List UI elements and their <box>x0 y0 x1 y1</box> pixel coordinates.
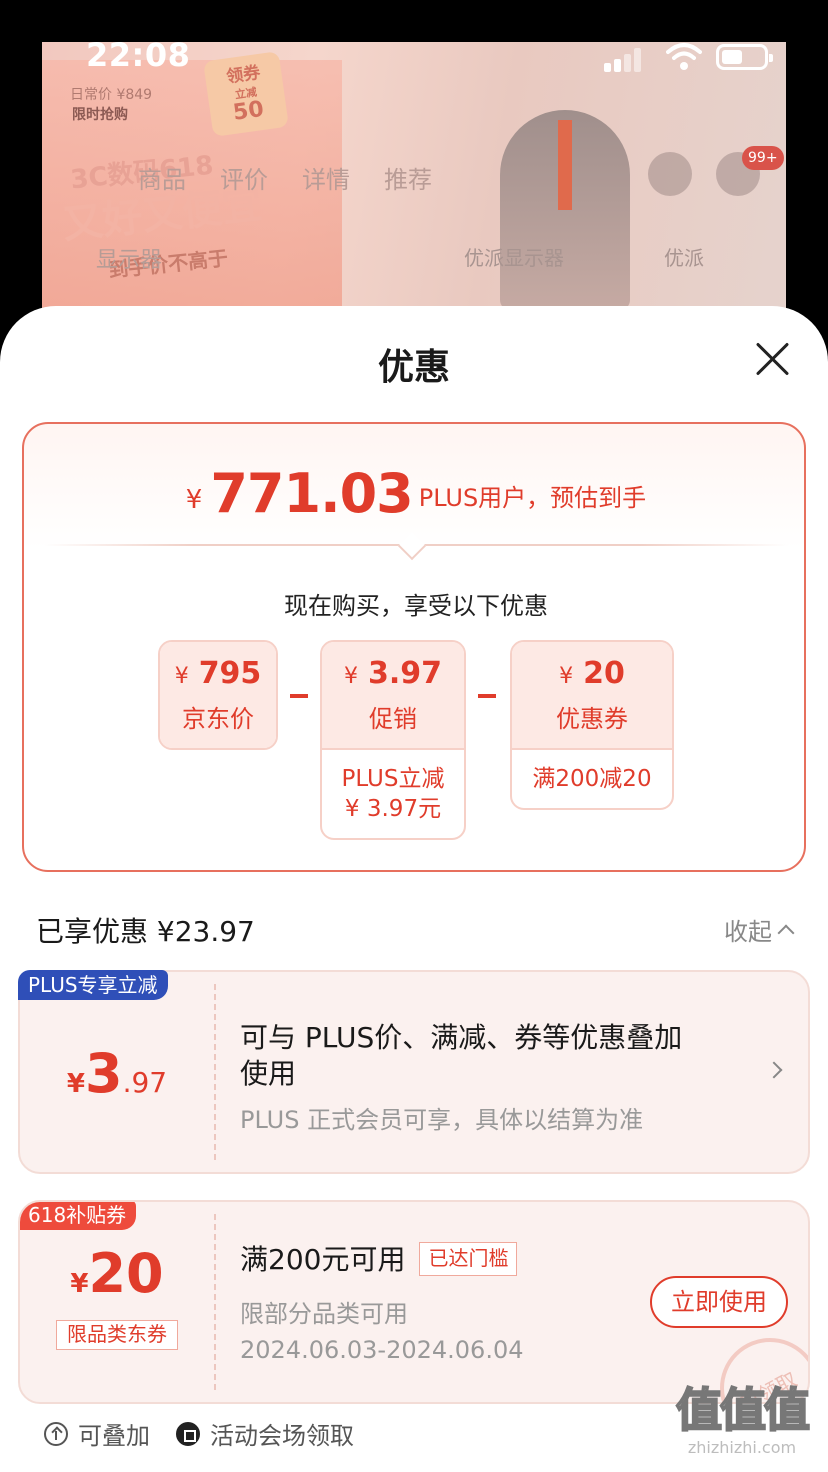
category-limit-tag: 限品类东券 <box>56 1320 178 1350</box>
threshold-reached-badge: 已达门槛 <box>419 1242 518 1276</box>
chip-jd-price: ¥795 京东价 <box>158 640 278 750</box>
discount-amount: ¥3.97 <box>66 1042 168 1105</box>
price-summary-card: ¥771.03 PLUS用户，预估到手 现在购买，享受以下优惠 ¥795 京东价 … <box>22 422 806 872</box>
wifi-icon <box>666 43 702 70</box>
product-tabs: 商品 评价 详情 推荐 <box>138 160 432 195</box>
tab-reviews[interactable]: 评价 <box>220 160 268 195</box>
minus-sign <box>290 694 308 698</box>
sheet-title: 优惠 <box>377 347 450 388</box>
currency-symbol: ¥ <box>185 485 203 515</box>
tab-details[interactable]: 详情 <box>302 160 350 195</box>
use-now-button[interactable]: 立即使用 <box>650 1276 788 1328</box>
chevron-right-icon[interactable] <box>765 1061 783 1079</box>
coupon-scope: 限部分品类可用 <box>240 1300 408 1328</box>
limited-sale-label: 限时抢购 <box>72 107 128 123</box>
final-price-desc: PLUS用户，预估到手 <box>418 484 647 512</box>
coupon-date-range: 2024.06.03-2024.06.04 <box>240 1336 524 1364</box>
monitor-label: 优派显示器 <box>464 246 564 270</box>
share-icon <box>648 152 692 196</box>
daily-price: 日常价 ¥849 <box>70 87 153 103</box>
discount-subtitle: PLUS 正式会员可享，具体以结算为准 <box>240 1106 644 1134</box>
coupon-tag: 618补贴券 <box>20 1202 137 1230</box>
chip-coupon: ¥20 优惠券 满200减20 <box>510 640 674 810</box>
cart-count-badge: 99+ <box>742 146 784 170</box>
spec-radio: 显示器 <box>96 248 163 273</box>
discount-title: 可与 PLUS价、满减、券等优惠叠加 使用 <box>240 1021 683 1090</box>
chevron-up-icon <box>777 924 795 942</box>
monitor-label-2: 优派 <box>664 246 704 270</box>
minus-sign <box>478 694 496 698</box>
enjoyed-discount-total: 已享优惠 ¥23.97 <box>36 915 255 948</box>
discount-card-plus[interactable]: PLUS专享立减 ¥3.97 可与 PLUS价、满减、券等优惠叠加 使用 PLU… <box>18 970 810 1174</box>
final-price-line: ¥771.03 PLUS用户，预估到手 <box>24 462 808 525</box>
venue-icon <box>176 1421 200 1446</box>
divider-notch <box>397 531 427 561</box>
discount-card-coupon: 618补贴券 ¥20 限品类东券 满200元可用 已达门槛 限部分品类可用 202… <box>18 1200 810 1404</box>
coupon-title: 满200元可用 已达门槛 <box>240 1242 518 1278</box>
battery-icon <box>716 44 773 70</box>
source-note: 活动会场领取 <box>176 1416 354 1451</box>
final-price: 771.03 <box>210 462 413 525</box>
discount-sheet: 优惠 ¥771.03 PLUS用户，预估到手 现在购买，享受以下优惠 ¥795 京… <box>0 306 828 1472</box>
collapse-button[interactable]: 收起 <box>724 912 795 947</box>
status-icons <box>604 40 774 74</box>
stackable-note: 可叠加 <box>44 1416 150 1451</box>
signal-icon <box>604 48 644 72</box>
tab-product[interactable]: 商品 <box>138 160 186 195</box>
coupon-amount: ¥20 <box>70 1242 164 1305</box>
coupon-badge: 领券 立减 50 <box>203 51 289 137</box>
plus-tag: PLUS专享立减 <box>18 970 168 1000</box>
chip-promotion: ¥3.97 促销 PLUS立减 ¥ 3.97元 <box>320 640 466 840</box>
stack-icon <box>44 1421 68 1446</box>
buy-now-text: 现在购买，享受以下优惠 <box>284 592 548 620</box>
tab-recommend[interactable]: 推荐 <box>384 160 432 195</box>
site-watermark: 值值值 zhizhizhi.com <box>675 1383 811 1457</box>
status-time: 22:08 <box>86 36 191 74</box>
close-icon[interactable] <box>754 340 792 378</box>
product-image <box>500 110 630 310</box>
